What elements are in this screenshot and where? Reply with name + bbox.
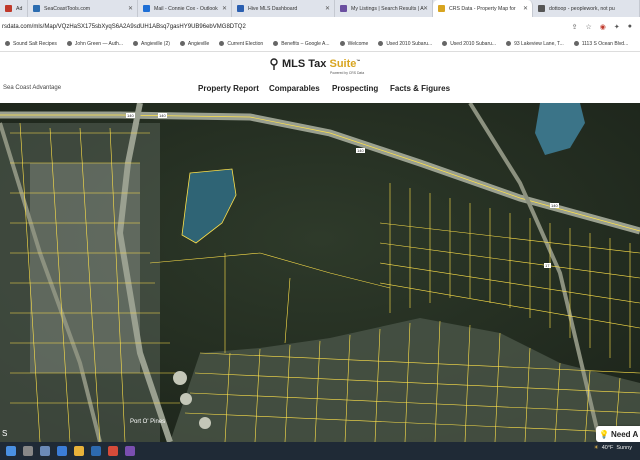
nav-comparables[interactable]: Comparables <box>269 84 320 93</box>
bookmark-item[interactable]: Used 2010 Subaru... <box>378 41 432 47</box>
logo-suite: Suite <box>329 58 357 70</box>
bookmark-icon <box>219 41 225 46</box>
ballfield <box>173 371 187 385</box>
bookmark-icon <box>273 41 279 46</box>
weather-condition: Sunny <box>616 445 632 451</box>
logo-text: MLS Tax Suite™ <box>282 58 360 70</box>
share-icon[interactable]: ⇪ <box>572 23 578 31</box>
bookmark-item[interactable]: Angieville <box>179 41 209 47</box>
windows-taskbar <box>0 442 640 460</box>
bookmark-icon <box>66 41 72 46</box>
star-icon[interactable]: ☆ <box>586 23 592 31</box>
tab-favicon-icon <box>33 5 40 12</box>
tab-favicon-icon <box>438 5 445 12</box>
tab-my-listings[interactable]: My Listings | Search Results | A ✕ <box>335 0 433 17</box>
location-pin-icon <box>270 58 278 70</box>
bookmark-icon <box>573 41 579 46</box>
bookmark-item[interactable]: John Green — Auth... <box>66 41 123 47</box>
tab-bar: Ad SeaCoastTools.com ✕ Mail - Connie Cox … <box>0 0 640 17</box>
edge-icon[interactable] <box>57 446 67 456</box>
bookmark-icon <box>133 41 139 46</box>
bookmark-icon <box>339 41 345 46</box>
close-tab-icon[interactable]: ✕ <box>423 5 428 12</box>
file-explorer-icon[interactable] <box>74 446 84 456</box>
bookmark-item[interactable]: Welcome <box>339 41 368 47</box>
tab-favicon-icon <box>5 5 12 12</box>
road-label-140: 140 <box>551 203 558 208</box>
tab-favicon-icon <box>538 5 545 12</box>
tab-outlook[interactable]: Mail - Connie Cox - Outlook ✕ <box>138 0 232 17</box>
nav-prospecting[interactable]: Prospecting <box>332 84 378 93</box>
bookmarks-bar: Sound Salt Recipes John Green — Auth... … <box>0 36 640 52</box>
search-icon[interactable] <box>23 446 33 456</box>
weather-widget[interactable]: ☀ 40°F Sunny <box>594 445 632 451</box>
road-label-140: 140 <box>357 148 364 153</box>
windows-start-icon[interactable] <box>6 446 16 456</box>
road-label-140: 140 <box>159 113 166 118</box>
chrome-icon[interactable] <box>108 446 118 456</box>
bookmark-item[interactable]: 93 Lakeview Lane, T... <box>506 41 564 47</box>
outlook-icon[interactable] <box>91 446 101 456</box>
toolbar-icons: ⇪ ☆ ◉ ✦ ● <box>572 23 632 31</box>
close-tab-icon[interactable]: ✕ <box>523 5 528 12</box>
bookmark-item[interactable]: Benefits – Google A... <box>273 41 330 47</box>
bookmark-icon <box>506 41 512 46</box>
tab-seacoasttools[interactable]: SeaCoastTools.com ✕ <box>28 0 138 17</box>
parcel-map[interactable]: 140 140 140 140 17 Port O' Pines S <box>0 103 640 442</box>
tab-crs-data[interactable]: CRS Data - Property Map for ✕ <box>433 0 533 17</box>
bookmark-icon <box>5 41 10 46</box>
mls-tax-suite-logo[interactable]: MLS Tax Suite™ <box>270 58 360 70</box>
bookmark-icon <box>378 41 384 46</box>
logo-subtitle: Powered by CRS Data <box>330 71 365 75</box>
bookmark-icon <box>179 41 185 46</box>
road-label-140: 140 <box>127 113 134 118</box>
nav-facts-figures[interactable]: Facts & Figures <box>390 84 450 93</box>
bookmark-item[interactable]: Sound Salt Recipes <box>5 41 57 47</box>
url-field[interactable]: rsdata.com/mls/Map/VQzHaSX175sbXyqS6A2A9… <box>2 24 572 30</box>
weather-temp: 40°F <box>601 445 614 451</box>
bookmark-icon <box>442 41 448 46</box>
label-port-o-pines: Port O' Pines <box>130 419 165 425</box>
sun-icon: ☀ <box>593 445 599 451</box>
brokerage-name: Sea Coast Advantage <box>3 85 62 91</box>
nav-property-report[interactable]: Property Report <box>198 84 259 93</box>
task-view-icon[interactable] <box>40 446 50 456</box>
tab-favicon-icon <box>237 5 244 12</box>
app-icon[interactable] <box>125 446 135 456</box>
logo-tm: ™ <box>356 58 361 64</box>
tab-favicon-icon <box>143 5 150 12</box>
puzzle-icon[interactable]: ✦ <box>614 23 620 31</box>
road-label-17: 17 <box>545 263 550 268</box>
ballfield <box>180 393 192 405</box>
tab-ad[interactable]: Ad <box>0 0 28 17</box>
bookmark-item[interactable]: Current Election <box>219 41 263 47</box>
profile-icon[interactable]: ● <box>628 23 632 30</box>
need-help-button[interactable]: 💡 Need A <box>596 426 640 442</box>
lightbulb-icon: 💡 <box>599 429 609 439</box>
extension-icon[interactable]: ◉ <box>600 23 606 31</box>
logo-main: MLS Tax <box>282 58 330 70</box>
need-help-label: Need A <box>610 429 639 439</box>
label-corner: S <box>2 429 7 438</box>
ballfield <box>199 417 211 429</box>
satellite-map-canvas[interactable]: 140 140 140 140 17 Port O' Pines S <box>0 103 640 442</box>
bookmark-item[interactable]: 1113 S Ocean Blvd... <box>573 41 628 47</box>
tab-dottoop[interactable]: dottoop - peoplework, not pu <box>533 0 640 17</box>
close-tab-icon[interactable]: ✕ <box>222 5 227 12</box>
tab-hive-mls[interactable]: Hive MLS Dashboard ✕ <box>232 0 335 17</box>
address-bar: rsdata.com/mls/Map/VQzHaSX175sbXyqS6A2A9… <box>0 17 640 36</box>
tab-favicon-icon <box>340 5 347 12</box>
bookmark-item[interactable]: Used 2010 Subaru... <box>442 41 496 47</box>
close-tab-icon[interactable]: ✕ <box>128 5 133 12</box>
bookmark-item[interactable]: Angieville (2) <box>133 41 170 47</box>
close-tab-icon[interactable]: ✕ <box>325 5 330 12</box>
